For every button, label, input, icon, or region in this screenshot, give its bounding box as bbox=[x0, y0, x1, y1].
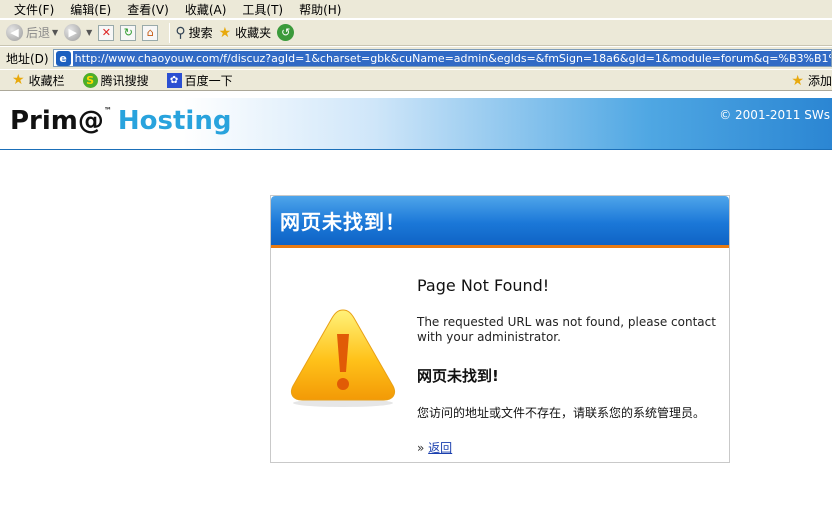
menu-favorites[interactable]: 收藏(A) bbox=[185, 1, 227, 18]
address-input[interactable]: e http://www.chaoyouw.com/f/discuz?agId=… bbox=[52, 49, 832, 67]
error-panel-body: Page Not Found! The requested URL was no… bbox=[417, 276, 717, 456]
copyright-text: © 2001-2011 SWs bbox=[719, 108, 830, 122]
error-message-cn: 您访问的地址或文件不存在，请联系您的系统管理员。 bbox=[417, 406, 706, 420]
forward-dropdown-icon[interactable]: ▼ bbox=[86, 28, 92, 37]
error-panel: 网页未找到！ Page Not Found! The requested URL… bbox=[270, 195, 730, 463]
refresh-button[interactable]: ↻ bbox=[120, 24, 137, 41]
search-icon: ⚲ bbox=[175, 24, 186, 41]
error-message-en: The requested URL was not found, please … bbox=[417, 315, 716, 344]
back-label: 后退 bbox=[26, 26, 51, 40]
fav-item-baidu[interactable]: ✿ 百度一下 bbox=[166, 72, 233, 89]
toolbar-separator bbox=[169, 22, 171, 43]
menu-bar: 文件(F) 编辑(E) 查看(V) 收藏(A) 工具(T) 帮助(H) bbox=[0, 0, 832, 18]
toolbar: ◀ 后退 ▼ ▶ ▼ ✕ ↻ ⌂ ⚲ 搜索 ★ 收藏夹 ↺ bbox=[0, 19, 832, 46]
logo-hosting: Hosting bbox=[117, 106, 232, 136]
warning-icon bbox=[290, 309, 396, 407]
error-panel-title: 网页未找到！ bbox=[280, 210, 406, 234]
back-row: » 返回 bbox=[417, 439, 717, 456]
stop-button[interactable]: ✕ bbox=[98, 24, 115, 41]
address-url[interactable]: http://www.chaoyouw.com/f/discuz?agId=1&… bbox=[72, 50, 831, 66]
search-button[interactable]: ⚲ 搜索 bbox=[175, 24, 212, 41]
add-star-icon: ★ bbox=[791, 72, 804, 89]
forward-button[interactable]: ▶ ▼ bbox=[64, 24, 92, 41]
favorites-button[interactable]: ★ 收藏夹 bbox=[219, 24, 272, 41]
favorites-bar-label: 收藏栏 bbox=[28, 73, 65, 88]
history-button[interactable]: ↺ bbox=[277, 24, 297, 41]
back-prefix: » bbox=[417, 441, 425, 455]
site-logo: Prim@™ Hosting bbox=[10, 106, 231, 136]
error-heading-cn: 网页未找到! bbox=[417, 367, 499, 385]
back-dropdown-icon[interactable]: ▼ bbox=[52, 28, 58, 37]
home-icon: ⌂ bbox=[142, 24, 159, 41]
back-link[interactable]: 返回 bbox=[428, 441, 452, 455]
forward-arrow-icon: ▶ bbox=[64, 24, 82, 41]
menu-help[interactable]: 帮助(H) bbox=[299, 1, 341, 18]
logo-prima: Prim@ bbox=[10, 106, 104, 136]
add-favorite-button[interactable]: ★ 添加 bbox=[791, 70, 832, 91]
site-banner: Prim@™ Hosting © 2001-2011 SWs bbox=[0, 98, 832, 150]
favorites-star-icon: ★ bbox=[12, 72, 25, 88]
add-favorite-label: 添加 bbox=[807, 74, 832, 88]
fav-item-soso-label: 腾讯搜搜 bbox=[100, 73, 149, 88]
history-icon: ↺ bbox=[277, 24, 295, 41]
favorites-bar: ★ 收藏栏 S 腾讯搜搜 ✿ 百度一下 ★ 添加 bbox=[0, 70, 832, 91]
favorites-label: 收藏夹 bbox=[235, 26, 272, 40]
favorites-bar-button[interactable]: ★ 收藏栏 bbox=[12, 72, 65, 89]
fav-item-baidu-label: 百度一下 bbox=[184, 73, 233, 88]
stop-icon: ✕ bbox=[98, 24, 115, 41]
logo-trademark: ™ bbox=[103, 106, 112, 115]
back-arrow-icon: ◀ bbox=[6, 24, 23, 41]
baidu-paw-icon: ✿ bbox=[166, 72, 182, 88]
error-panel-header: 网页未找到！ bbox=[271, 196, 729, 248]
menu-tools[interactable]: 工具(T) bbox=[242, 1, 283, 18]
search-label: 搜索 bbox=[188, 26, 213, 40]
address-label: 地址(D) bbox=[6, 51, 49, 66]
error-heading-en: Page Not Found! bbox=[417, 276, 550, 295]
star-icon: ★ bbox=[218, 24, 232, 41]
home-button[interactable]: ⌂ bbox=[142, 24, 159, 41]
ie-page-icon: e bbox=[55, 50, 71, 66]
menu-file[interactable]: 文件(F) bbox=[14, 1, 54, 18]
address-bar: 地址(D) e http://www.chaoyouw.com/f/discuz… bbox=[0, 47, 832, 69]
fav-item-soso[interactable]: S 腾讯搜搜 bbox=[82, 72, 149, 89]
menu-view[interactable]: 查看(V) bbox=[127, 1, 169, 18]
menu-edit[interactable]: 编辑(E) bbox=[70, 1, 111, 18]
soso-icon: S bbox=[82, 72, 98, 88]
refresh-icon: ↻ bbox=[120, 24, 137, 41]
back-button[interactable]: ◀ 后退 ▼ bbox=[6, 24, 58, 41]
